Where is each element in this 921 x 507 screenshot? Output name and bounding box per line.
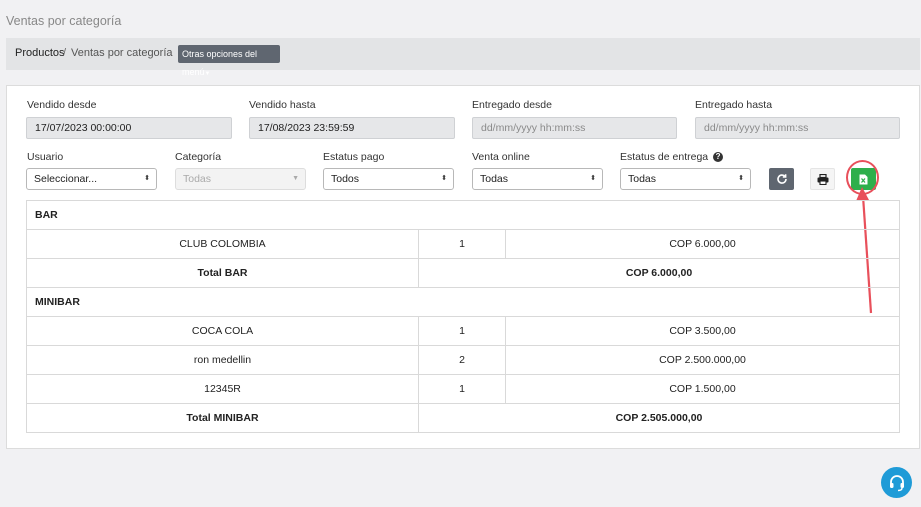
- payment-status-select[interactable]: Todos ⬍: [323, 168, 454, 190]
- delivered-to-input[interactable]: dd/mm/yyyy hh:mm:ss: [695, 117, 900, 139]
- delivery-status-value: Todas: [628, 173, 657, 185]
- total-amount: COP 2.505.000,00: [418, 403, 900, 433]
- breadcrumb-productos[interactable]: Productos: [15, 47, 65, 59]
- refresh-icon: [776, 174, 787, 184]
- sold-to-label: Vendido hasta: [249, 99, 316, 111]
- caret-down-icon: ▼: [204, 71, 211, 77]
- table-row: CLUB COLOMBIA 1 COP 6.000,00: [26, 229, 900, 259]
- help-icon[interactable]: ?: [713, 152, 724, 163]
- total-row: Total BAR COP 6.000,00: [26, 258, 900, 288]
- category-select[interactable]: Todas ▼: [175, 168, 306, 190]
- breadcrumb-separator: /: [63, 47, 67, 59]
- payment-status-label: Estatus pago: [323, 151, 385, 163]
- sold-from-input[interactable]: 17/07/2023 00:00:00: [26, 117, 232, 139]
- select-arrows-icon: ⬍: [590, 175, 596, 182]
- delivery-status-text: Estatus de entrega: [620, 151, 709, 163]
- user-label: Usuario: [27, 151, 64, 163]
- product-amount: COP 1.500,00: [505, 374, 900, 404]
- total-row: Total MINIBAR COP 2.505.000,00: [26, 403, 900, 433]
- page-title: Ventas por categoría: [6, 14, 122, 28]
- product-qty: 1: [418, 374, 506, 404]
- table-row: 12345R 1 COP 1.500,00: [26, 374, 900, 404]
- sold-from-label: Vendido desde: [27, 99, 97, 111]
- table-row: COCA COLA 1 COP 3.500,00: [26, 316, 900, 346]
- menu-options-label: Otras opciones del menú: [182, 49, 258, 77]
- category-label: Categoría: [175, 151, 222, 163]
- print-icon: [817, 173, 828, 185]
- sold-to-input[interactable]: 17/08/2023 23:59:59: [249, 117, 455, 139]
- total-amount: COP 6.000,00: [418, 258, 900, 288]
- product-qty: 1: [418, 229, 506, 259]
- product-amount: COP 6.000,00: [505, 229, 900, 259]
- delivered-to-label: Entregado hasta: [695, 99, 773, 111]
- product-name: CLUB COLOMBIA: [26, 229, 419, 259]
- headset-icon: [889, 474, 904, 491]
- product-name: COCA COLA: [26, 316, 419, 346]
- category-header: MINIBAR: [26, 287, 900, 317]
- delivered-from-input[interactable]: dd/mm/yyyy hh:mm:ss: [472, 117, 677, 139]
- product-qty: 2: [418, 345, 506, 375]
- breadcrumb-current: Ventas por categoría: [71, 47, 173, 59]
- product-amount: COP 2.500.000,00: [505, 345, 900, 375]
- table-row: ron medellin 2 COP 2.500.000,00: [26, 345, 900, 375]
- select-arrows-icon: ⬍: [441, 175, 447, 182]
- product-name: 12345R: [26, 374, 419, 404]
- delivered-from-label: Entregado desde: [472, 99, 552, 111]
- support-button[interactable]: [881, 467, 912, 498]
- delivery-status-select[interactable]: Todas ⬍: [620, 168, 751, 190]
- user-select[interactable]: Seleccionar... ⬍: [26, 168, 157, 190]
- product-qty: 1: [418, 316, 506, 346]
- breadcrumb: Productos / Ventas por categoría Otras o…: [6, 38, 920, 77]
- chevron-down-icon: ▼: [292, 175, 299, 182]
- online-sale-select[interactable]: Todas ⬍: [472, 168, 603, 190]
- payment-status-value: Todos: [331, 173, 360, 185]
- sales-table: BAR CLUB COLOMBIA 1 COP 6.000,00 Total B…: [26, 200, 900, 433]
- refresh-button[interactable]: [769, 168, 794, 190]
- total-label: Total MINIBAR: [26, 403, 419, 433]
- user-select-value: Seleccionar...: [34, 173, 98, 185]
- select-arrows-icon: ⬍: [738, 175, 744, 182]
- category-select-value: Todas: [183, 173, 212, 185]
- select-arrows-icon: ⬍: [144, 175, 150, 182]
- total-label: Total BAR: [26, 258, 419, 288]
- product-name: ron medellin: [26, 345, 419, 375]
- product-amount: COP 3.500,00: [505, 316, 900, 346]
- category-header: BAR: [26, 200, 900, 230]
- delivery-status-label: Estatus de entrega ?: [620, 151, 724, 163]
- online-sale-value: Todas: [480, 173, 509, 185]
- menu-options-button[interactable]: Otras opciones del menú▼: [178, 45, 280, 77]
- print-button[interactable]: [810, 168, 835, 190]
- online-sale-label: Venta online: [472, 151, 530, 163]
